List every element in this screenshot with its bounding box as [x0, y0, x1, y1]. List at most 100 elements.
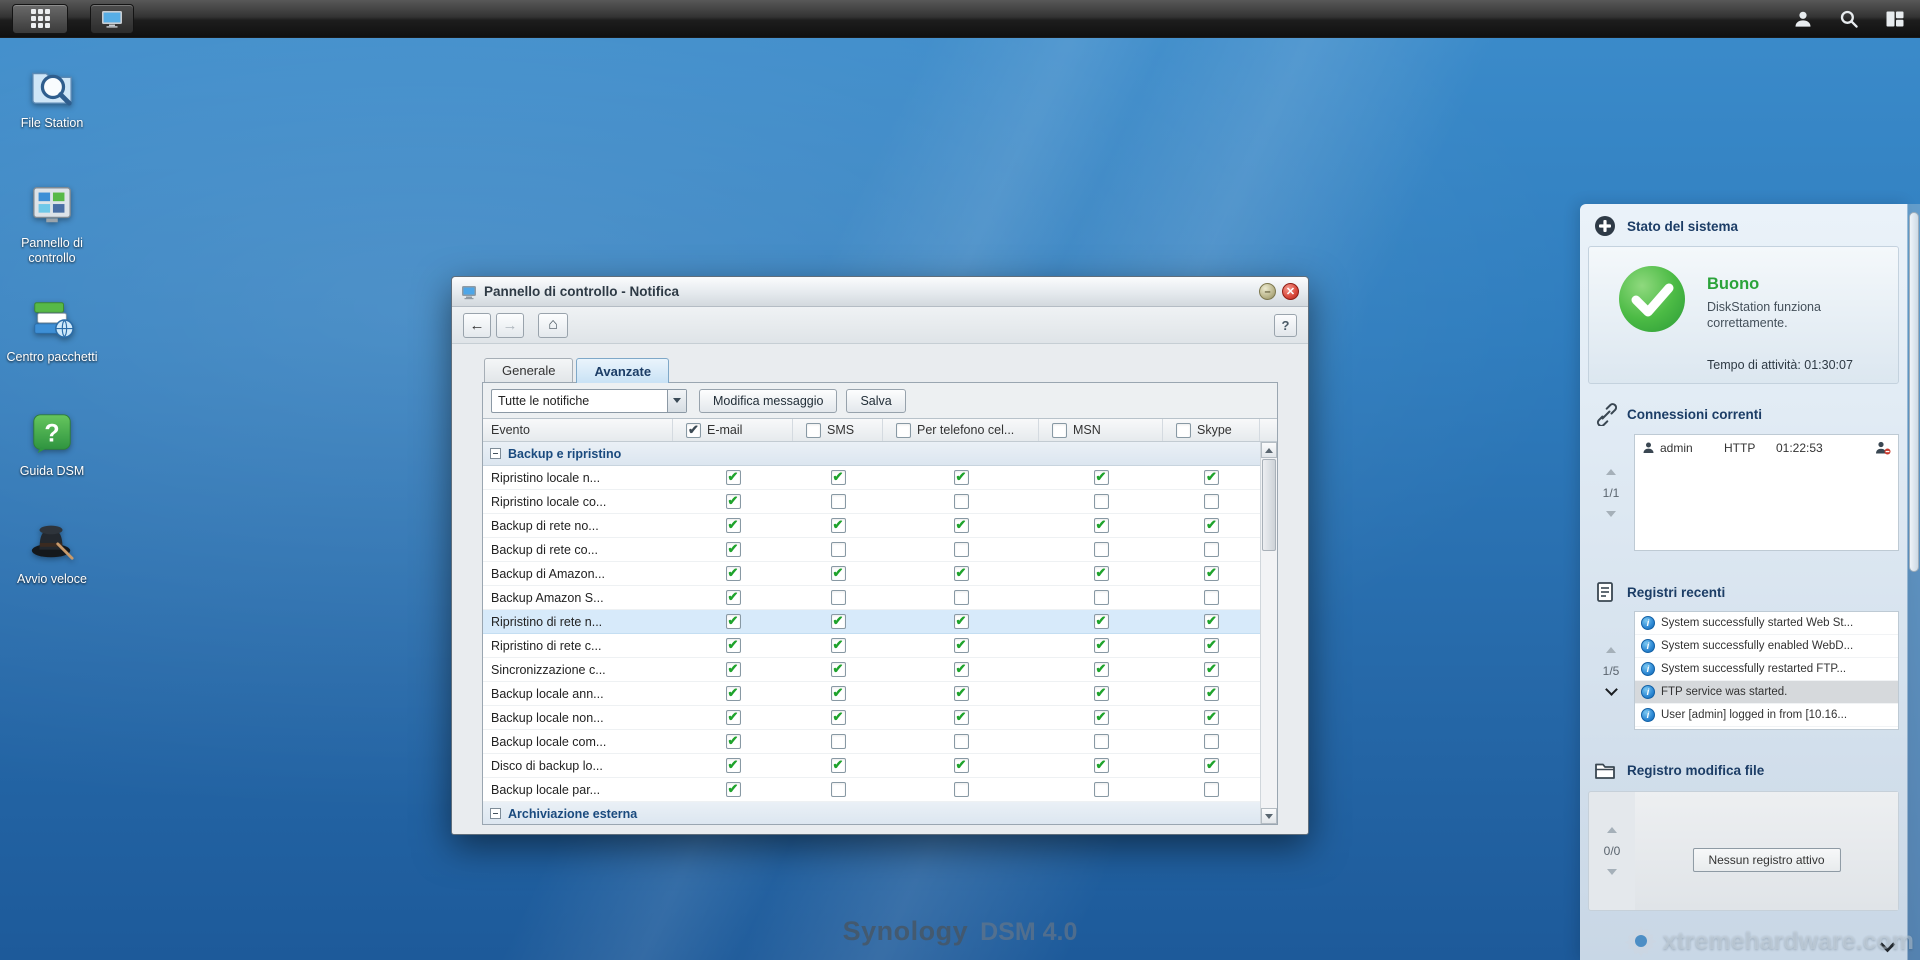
group-row[interactable]: Archiviazione esterna: [483, 802, 1260, 824]
event-checkbox[interactable]: [1094, 518, 1109, 533]
event-checkbox[interactable]: [726, 494, 741, 509]
show-widgets-button[interactable]: [1882, 6, 1908, 32]
event-checkbox[interactable]: [954, 470, 969, 485]
minimize-button[interactable]: –: [1259, 283, 1276, 300]
event-row[interactable]: Backup di rete co...: [483, 538, 1260, 562]
scroll-down-button[interactable]: [1261, 808, 1277, 824]
event-row[interactable]: Backup di Amazon...: [483, 562, 1260, 586]
event-row[interactable]: Sincronizzazione c...: [483, 658, 1260, 682]
event-checkbox[interactable]: [726, 710, 741, 725]
event-checkbox[interactable]: [1204, 734, 1219, 749]
disconnect-icon[interactable]: [1875, 440, 1891, 456]
event-checkbox[interactable]: [1094, 782, 1109, 797]
event-checkbox[interactable]: [1094, 590, 1109, 605]
event-checkbox[interactable]: [831, 566, 846, 581]
event-row[interactable]: Ripristino locale co...: [483, 490, 1260, 514]
event-checkbox[interactable]: [954, 518, 969, 533]
page-up-icon[interactable]: [1607, 827, 1617, 833]
group-row[interactable]: Backup e ripristino: [483, 442, 1260, 466]
desktop-icon-quick-start[interactable]: Avvio veloce: [4, 518, 100, 587]
back-button[interactable]: ←: [463, 313, 491, 338]
column-header-evento[interactable]: Evento: [483, 419, 673, 441]
event-checkbox[interactable]: [954, 662, 969, 677]
scrollbar-thumb[interactable]: [1262, 459, 1276, 551]
event-checkbox[interactable]: [954, 734, 969, 749]
search-button[interactable]: [1836, 6, 1862, 32]
event-checkbox[interactable]: [831, 590, 846, 605]
user-menu-button[interactable]: [1790, 6, 1816, 32]
event-checkbox[interactable]: [726, 758, 741, 773]
event-checkbox[interactable]: [726, 470, 741, 485]
event-checkbox[interactable]: [1204, 614, 1219, 629]
panel-scroll-down-icon[interactable]: [1880, 937, 1896, 953]
event-checkbox[interactable]: [831, 542, 846, 557]
forward-button[interactable]: →: [496, 313, 524, 338]
event-checkbox[interactable]: [954, 494, 969, 509]
event-checkbox[interactable]: [831, 710, 846, 725]
event-checkbox[interactable]: [1204, 518, 1219, 533]
event-checkbox[interactable]: [726, 638, 741, 653]
event-checkbox[interactable]: [954, 638, 969, 653]
event-checkbox[interactable]: [954, 590, 969, 605]
event-checkbox[interactable]: [831, 470, 846, 485]
event-checkbox[interactable]: [1094, 542, 1109, 557]
log-item[interactable]: iUser [admin] logged in from [10.16...: [1635, 704, 1898, 727]
event-checkbox[interactable]: [954, 782, 969, 797]
event-row[interactable]: Ripristino di rete c...: [483, 634, 1260, 658]
event-checkbox[interactable]: [1094, 710, 1109, 725]
event-checkbox[interactable]: [831, 734, 846, 749]
event-checkbox[interactable]: [726, 782, 741, 797]
event-checkbox[interactable]: [726, 542, 741, 557]
desktop-scrollbar[interactable]: [1907, 204, 1920, 960]
window-titlebar[interactable]: Pannello di controllo - Notifica – ✕: [452, 277, 1308, 307]
event-checkbox[interactable]: [726, 614, 741, 629]
event-checkbox[interactable]: [831, 518, 846, 533]
page-up-icon[interactable]: [1606, 469, 1616, 475]
event-row[interactable]: Ripristino locale n...: [483, 466, 1260, 490]
event-checkbox[interactable]: [954, 542, 969, 557]
event-row[interactable]: Backup locale ann...: [483, 682, 1260, 706]
event-checkbox[interactable]: [1204, 542, 1219, 557]
desktop-icon-file-station[interactable]: File Station: [4, 62, 100, 131]
header-checkbox-msn[interactable]: [1052, 423, 1067, 438]
help-button[interactable]: ?: [1274, 314, 1297, 337]
desktop-icon-control-panel[interactable]: Pannello di controllo: [4, 182, 100, 266]
event-checkbox[interactable]: [1204, 566, 1219, 581]
event-checkbox[interactable]: [1094, 734, 1109, 749]
event-checkbox[interactable]: [1204, 662, 1219, 677]
scroll-up-button[interactable]: [1261, 442, 1277, 458]
event-checkbox[interactable]: [1204, 590, 1219, 605]
main-menu-button[interactable]: [12, 4, 68, 34]
page-down-icon[interactable]: [1606, 511, 1616, 517]
event-checkbox[interactable]: [726, 590, 741, 605]
event-checkbox[interactable]: [1094, 470, 1109, 485]
event-row[interactable]: Disco di backup lo...: [483, 754, 1260, 778]
collapse-icon[interactable]: [490, 808, 501, 819]
event-checkbox[interactable]: [1094, 758, 1109, 773]
desktop-icon-package-center[interactable]: Centro pacchetti: [4, 296, 100, 365]
column-header-per-telefono-cel[interactable]: Per telefono cel...: [883, 419, 1039, 441]
header-checkbox-per-telefono-cel[interactable]: [896, 423, 911, 438]
event-checkbox[interactable]: [954, 710, 969, 725]
event-checkbox[interactable]: [726, 734, 741, 749]
event-checkbox[interactable]: [1094, 638, 1109, 653]
event-checkbox[interactable]: [1204, 686, 1219, 701]
event-row[interactable]: Backup locale com...: [483, 730, 1260, 754]
event-checkbox[interactable]: [831, 662, 846, 677]
log-item[interactable]: iFTP service was started.: [1635, 681, 1898, 704]
column-header-sms[interactable]: SMS: [793, 419, 883, 441]
event-checkbox[interactable]: [1204, 782, 1219, 797]
header-checkbox-e-mail[interactable]: [686, 423, 701, 438]
log-item[interactable]: iSystem successfully started Web St...: [1635, 612, 1898, 635]
event-checkbox[interactable]: [726, 662, 741, 677]
event-checkbox[interactable]: [1204, 470, 1219, 485]
page-down-icon[interactable]: [1605, 683, 1618, 696]
event-checkbox[interactable]: [1204, 710, 1219, 725]
event-row[interactable]: Backup Amazon S...: [483, 586, 1260, 610]
column-header-msn[interactable]: MSN: [1039, 419, 1163, 441]
home-button[interactable]: ⌂: [538, 313, 568, 338]
column-header-e-mail[interactable]: E-mail: [673, 419, 793, 441]
event-checkbox[interactable]: [831, 758, 846, 773]
event-row[interactable]: Backup locale non...: [483, 706, 1260, 730]
connection-row[interactable]: admin HTTP 01:22:53: [1635, 435, 1898, 460]
